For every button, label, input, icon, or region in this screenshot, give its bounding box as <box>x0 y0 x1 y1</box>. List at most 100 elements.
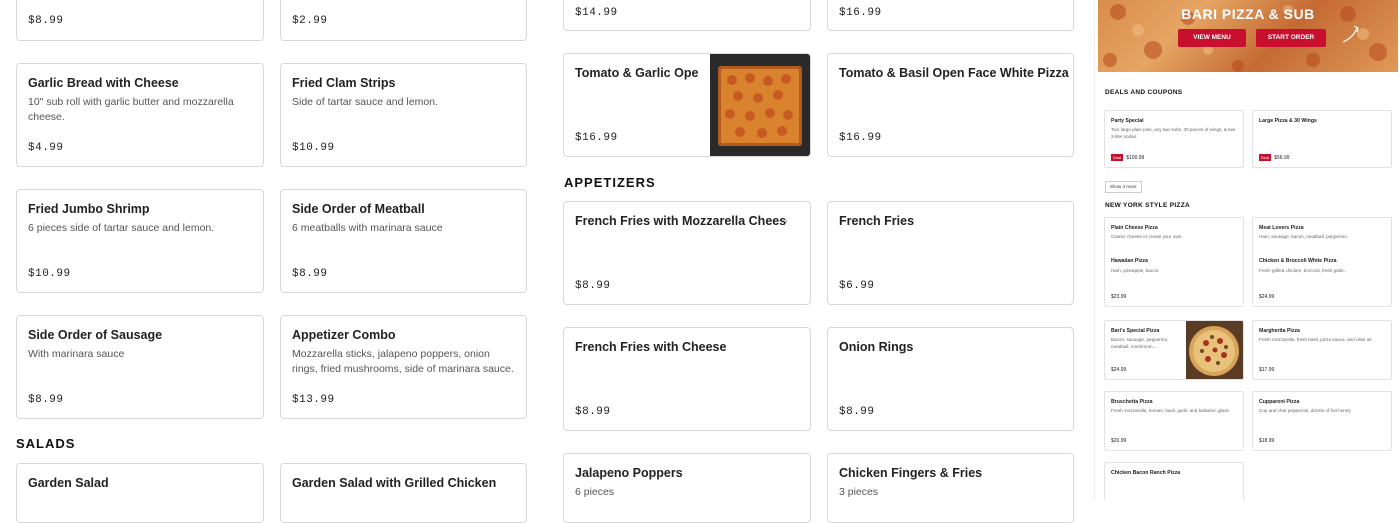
menu-item-card[interactable]: $14.99 <box>563 0 811 31</box>
item-description: 10" sub roll with garlic butter and mozz… <box>28 96 234 123</box>
item-description: 6 pieces side of tartar sauce and lemon. <box>28 222 215 234</box>
item-name: French Fries <box>839 214 915 228</box>
pizza-card[interactable]: Bruschetta Pizza Fresh mozzarella, tomat… <box>1104 391 1244 451</box>
pizza-name: Margherita Pizza <box>1259 328 1300 334</box>
menu-item-card[interactable]: Chicken Fingers & Fries 3 pieces <box>827 453 1074 523</box>
item-price: $13.99 <box>292 394 335 406</box>
pizza-description: Classic cheese or create your own. <box>1111 234 1183 239</box>
pizza-name: Chicken Bacon Ranch Pizza <box>1111 470 1181 476</box>
item-name: Fried Jumbo Shrimp <box>28 202 150 216</box>
deal-tag: Deal <box>1111 154 1124 161</box>
item-price: $16.99 <box>575 132 618 144</box>
pizza-card[interactable]: Chicken Bacon Ranch Pizza <box>1104 462 1244 500</box>
item-description: Side of tartar sauce and lemon. <box>292 96 438 108</box>
item-name: Garden Salad <box>28 476 109 490</box>
pizza-price: $18.99 <box>1259 438 1275 444</box>
item-price: $2.99 <box>292 15 328 27</box>
menu-item-card[interactable]: $2.99 <box>280 0 527 41</box>
deals-heading: DEALS AND COUPONS <box>1105 89 1183 96</box>
pizza-card[interactable]: Cupparoni Pizza Cup and char pepperoni, … <box>1252 391 1392 451</box>
pizza-description: Ham, sausage, bacon, meatball, pepperoni… <box>1259 234 1348 239</box>
pizza-description: Fresh grilled chicken, broccoli, fresh g… <box>1259 268 1346 273</box>
item-price: $8.99 <box>292 268 328 280</box>
pizza-photo <box>710 54 810 156</box>
section-heading-appetizers: APPETIZERS <box>564 175 656 190</box>
item-description: With marinara sauce <box>28 348 125 360</box>
menu-item-card[interactable]: $16.99 <box>827 0 1074 31</box>
item-name: Tomato & Garlic Open Face White Pizza <box>575 66 698 80</box>
pizza-description: Ham, pineapple, bacon. <box>1111 268 1160 273</box>
pizza-name: Chicken & Broccoli White Pizza <box>1259 258 1337 264</box>
pizza-name: Bruschetta Pizza <box>1111 399 1153 405</box>
item-description: Mozzarella sticks, jalapeno poppers, oni… <box>292 348 514 375</box>
menu-item-card[interactable]: $8.99 <box>16 0 264 41</box>
item-price: $8.99 <box>28 394 64 406</box>
pizza-card[interactable]: Meat Lovers Pizza Ham, sausage, bacon, m… <box>1252 217 1392 307</box>
item-price: $10.99 <box>28 268 71 280</box>
menu-item-card[interactable]: Garden Salad <box>16 463 264 523</box>
pizza-name: Bari's Special Pizza <box>1111 328 1160 334</box>
show-more-button[interactable]: Show 4 more <box>1105 181 1142 193</box>
pizza-price: $24.99 <box>1111 367 1127 373</box>
menu-item-card[interactable]: Fried Jumbo Shrimp 6 pieces side of tart… <box>16 189 264 293</box>
item-name: Side Order of Meatball <box>292 202 425 216</box>
pizza-description: Bacon, sausage, pepperoni, meatball, mus… <box>1111 337 1169 349</box>
deal-name: Large Pizza & 30 Wings <box>1259 118 1317 124</box>
menu-item-card[interactable]: Side Order of Sausage With marinara sauc… <box>16 315 264 419</box>
pizza-price: $17.99 <box>1259 367 1275 373</box>
menu-item-card[interactable]: Side Order of Meatball 6 meatballs with … <box>280 189 527 293</box>
start-order-button[interactable]: START ORDER <box>1256 29 1326 47</box>
menu-item-card[interactable]: Tomato & Garlic Open Face White Pizza $1… <box>563 53 811 157</box>
deal-tag: Deal <box>1259 154 1272 161</box>
item-price: $8.99 <box>575 280 611 292</box>
item-description: 6 meatballs with marinara sauce <box>292 222 443 234</box>
pizza-price: $20.99 <box>1111 438 1127 444</box>
deal-card[interactable]: Large Pizza & 30 Wings Deal $56.99 <box>1252 110 1392 168</box>
view-menu-button[interactable]: VIEW MENU <box>1178 29 1246 47</box>
pizza-name: Meat Lovers Pizza <box>1259 225 1304 231</box>
item-name: Garden Salad with Grilled Chicken <box>292 476 497 490</box>
menu-item-card[interactable]: French Fries with Cheese $8.99 <box>563 327 811 431</box>
pizza-description: Fresh mozzarella, tomato, basil, garlic … <box>1111 408 1231 413</box>
item-name: Onion Rings <box>839 340 914 354</box>
item-price: $14.99 <box>575 7 618 19</box>
pizza-photo <box>1186 321 1243 379</box>
menu-item-card[interactable]: Onion Rings $8.99 <box>827 327 1074 431</box>
pizza-description: Fresh mozzarella, fresh basil, pizza sau… <box>1259 337 1373 342</box>
deal-price: $100.99 <box>1126 154 1145 161</box>
pizza-card[interactable]: Margherita Pizza Fresh mozzarella, fresh… <box>1252 320 1392 380</box>
pizza-price: $23.99 <box>1111 294 1127 300</box>
section-heading-salads: SALADS <box>16 436 76 451</box>
restaurant-name: BARI PIZZA & SUB <box>1181 6 1315 22</box>
item-name: Garlic Bread with Cheese <box>28 76 179 90</box>
deal-price-row: Deal $100.99 <box>1111 154 1144 161</box>
ny-pizza-heading: NEW YORK STYLE PIZZA <box>1105 202 1190 209</box>
menu-item-card[interactable]: Garlic Bread with Cheese 10" sub roll wi… <box>16 63 264 167</box>
item-price: $8.99 <box>28 15 64 27</box>
pizza-description: Cup and char pepperoni, drizzle of hot h… <box>1259 408 1351 413</box>
pizza-name: Hawaiian Pizza <box>1111 258 1148 264</box>
deal-description: Two large plain pies, any two subs, 30 p… <box>1111 127 1236 139</box>
item-name: Chicken Fingers & Fries <box>839 466 983 480</box>
menu-item-card[interactable]: Tomato & Basil Open Face White Pizza $16… <box>827 53 1074 157</box>
deal-price-row: Deal $56.99 <box>1259 154 1290 161</box>
deal-card[interactable]: Party Special Two large plain pies, any … <box>1104 110 1244 168</box>
pizza-card[interactable]: Plain Cheese Pizza Classic cheese or cre… <box>1104 217 1244 307</box>
menu-item-card[interactable]: Garden Salad with Grilled Chicken <box>280 463 527 523</box>
item-price: $8.99 <box>575 406 611 418</box>
hero-banner: BARI PIZZA & SUB VIEW MENU START ORDER <box>1098 0 1398 72</box>
item-price: $4.99 <box>28 142 64 154</box>
item-name: Jalapeno Poppers <box>575 466 683 480</box>
menu-item-card[interactable]: Appetizer Combo Mozzarella sticks, jalap… <box>280 315 527 419</box>
pizza-card[interactable]: Bari's Special Pizza Bacon, sausage, pep… <box>1104 320 1244 380</box>
menu-item-card[interactable]: Fried Clam Strips Side of tartar sauce a… <box>280 63 527 167</box>
item-price: $10.99 <box>292 142 335 154</box>
item-name: Appetizer Combo <box>292 328 396 342</box>
menu-item-card[interactable]: French Fries with Mozzarella Cheese and … <box>563 201 811 305</box>
menu-item-card[interactable]: Jalapeno Poppers 6 pieces <box>563 453 811 523</box>
menu-item-card[interactable]: French Fries $6.99 <box>827 201 1074 305</box>
pizza-name: Cupparoni Pizza <box>1259 399 1300 405</box>
item-price: $16.99 <box>839 7 882 19</box>
item-description: 6 pieces <box>575 486 615 498</box>
item-name: Fried Clam Strips <box>292 76 396 90</box>
